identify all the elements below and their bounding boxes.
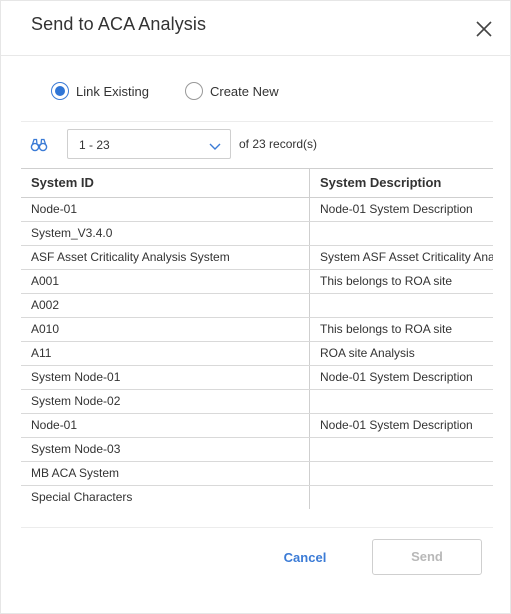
column-header-system-description[interactable]: System Description (320, 169, 441, 197)
table-row[interactable]: System_V3.4.0 (21, 222, 493, 246)
cell-system-id: System Node-03 (31, 442, 121, 456)
table-row[interactable]: Node-01 Node-01 System Description (21, 198, 493, 222)
table-row[interactable]: System Node-03 (21, 438, 493, 462)
cell-system-id: System Node-02 (31, 394, 121, 408)
dialog-title: Send to ACA Analysis (31, 14, 207, 34)
cell-system-description (320, 390, 493, 413)
record-range-value: 1 - 23 (79, 138, 110, 152)
cell-system-description (320, 294, 493, 317)
send-to-aca-dialog: Send to ACA Analysis Link Existing Creat… (0, 0, 511, 614)
grid-header: System ID System Description (21, 169, 493, 198)
radio-link-existing[interactable]: Link Existing (51, 82, 149, 100)
cell-system-id: Node-01 (31, 202, 78, 216)
table-row[interactable]: Node-01 Node-01 System Description (21, 414, 493, 438)
table-row[interactable]: A010 This belongs to ROA site (21, 318, 493, 342)
cell-system-id: ASF Asset Criticality Analysis System (31, 250, 230, 264)
cell-system-id: A11 (31, 346, 52, 360)
divider (21, 527, 493, 528)
radio-create-new[interactable]: Create New (184, 82, 279, 100)
column-separator (309, 169, 310, 197)
cell-system-id: Node-01 (31, 418, 78, 432)
record-count: of 23 record(s) (239, 137, 318, 151)
cell-system-description: Node-01 System Description (320, 370, 473, 384)
table-row[interactable]: A002 (21, 294, 493, 318)
table-row[interactable]: MB ACA System (21, 462, 493, 486)
table-row[interactable]: A11 ROA site Analysis (21, 342, 493, 366)
table-row[interactable]: ASF Asset Criticality Analysis System Sys… (21, 246, 493, 270)
cell-system-id: System Node-01 (31, 370, 121, 384)
divider (21, 121, 493, 122)
radio-button-unchecked[interactable] (184, 82, 203, 100)
table-row[interactable]: Special Characters (21, 486, 493, 509)
cell-system-description: System ASF Asset Criticality Analysis (320, 250, 493, 264)
radio-label-link-existing: Link Existing (76, 83, 149, 99)
cell-system-description (320, 486, 493, 509)
cell-system-description: This belongs to ROA site (320, 274, 453, 288)
cell-system-description (320, 222, 493, 245)
send-button[interactable]: Send (372, 539, 482, 575)
cell-system-id: Special Characters (31, 490, 133, 504)
pager-row: 1 - 23 of 23 record(s) (21, 129, 493, 161)
binoculars-icon[interactable] (30, 137, 48, 153)
cell-system-description (320, 438, 493, 461)
cell-system-description: Node-01 System Description (320, 418, 473, 432)
grid-body: Node-01 Node-01 System Description System… (21, 198, 493, 509)
systems-grid: System ID System Description Node-01 Node… (21, 168, 493, 519)
radio-button-checked[interactable] (51, 82, 69, 100)
cell-system-id: System_V3.4.0 (31, 226, 113, 240)
mode-radio-group: Link Existing Create New (51, 80, 315, 102)
table-row[interactable]: A001 This belongs to ROA site (21, 270, 493, 294)
cell-system-id: MB ACA System (31, 466, 120, 480)
dialog-header: Send to ACA Analysis (1, 1, 511, 56)
cancel-button[interactable]: Cancel (269, 541, 341, 575)
table-row[interactable]: System Node-01 Node-01 System Description (21, 366, 493, 390)
cell-system-description: ROA site Analysis (320, 346, 415, 360)
close-icon[interactable] (475, 20, 493, 38)
cell-system-description: This belongs to ROA site (320, 322, 453, 336)
cell-system-id: A002 (31, 298, 60, 312)
column-header-system-id[interactable]: System ID (31, 169, 94, 197)
radio-label-create-new: Create New (209, 83, 279, 99)
cell-system-description: Node-01 System Description (320, 202, 473, 216)
record-range-select[interactable]: 1 - 23 (67, 129, 231, 159)
cell-system-description (320, 462, 493, 485)
cell-system-id: A001 (31, 274, 60, 288)
table-row[interactable]: System Node-02 (21, 390, 493, 414)
chevron-down-icon (209, 139, 221, 151)
radio-dot (55, 86, 65, 96)
cell-system-id: A010 (31, 322, 60, 336)
